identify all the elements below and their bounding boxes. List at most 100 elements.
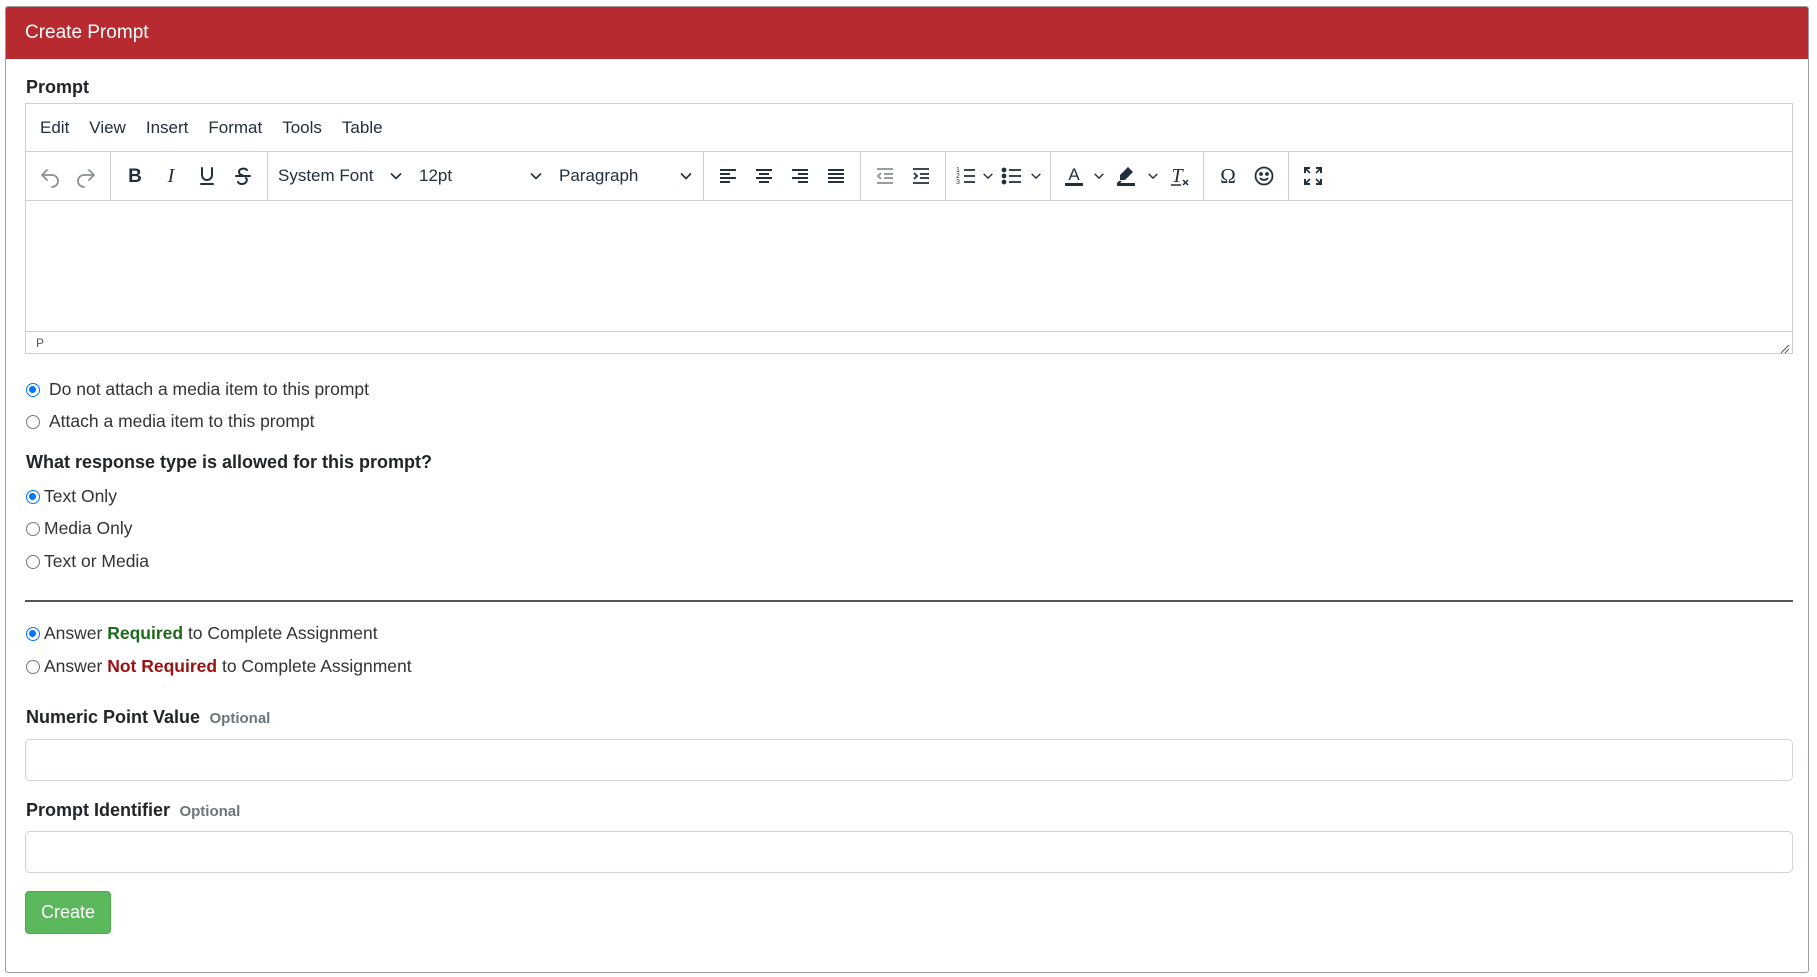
menu-view[interactable]: View (89, 118, 126, 138)
svg-text:I: I (167, 165, 176, 187)
media-option-attach[interactable]: Attach a media item to this prompt (26, 411, 315, 432)
outdent-icon[interactable] (867, 158, 903, 194)
menu-insert[interactable]: Insert (146, 118, 189, 138)
numbered-list-icon[interactable]: 123 (952, 158, 980, 194)
align-justify-icon[interactable] (818, 158, 854, 194)
response-text-label: Text Only (44, 486, 117, 506)
response-type-question: What response type is allowed for this p… (26, 452, 433, 472)
prompt-identifier-label: Prompt Identifier (26, 800, 171, 820)
menu-table[interactable]: Table (342, 118, 383, 138)
point-value-label: Numeric Point Value (26, 707, 201, 727)
view-group (1289, 152, 1337, 200)
editor-menubar: Edit View Insert Format Tools Table (26, 104, 1792, 152)
format-group: B I (111, 152, 268, 200)
media-attach-radio[interactable] (26, 414, 40, 429)
media-none-label: Do not attach a media item to this promp… (49, 379, 370, 399)
prompt-identifier-optional-hint: Optional (179, 803, 241, 820)
chevron-down-icon (680, 172, 692, 180)
section-divider (25, 600, 1793, 602)
response-option-media[interactable]: Media Only (26, 518, 133, 539)
point-value-label-row: Numeric Point Value Optional (26, 707, 270, 728)
block-format-select[interactable]: Paragraph (551, 158, 701, 194)
chevron-down-icon[interactable] (1028, 158, 1044, 194)
redo-icon[interactable] (68, 158, 104, 194)
italic-icon[interactable]: I (153, 158, 189, 194)
element-path[interactable]: P (36, 336, 44, 350)
answer-not-required-emphasis: Not Required (107, 656, 218, 676)
bullet-list-icon[interactable] (996, 158, 1028, 194)
point-value-input[interactable] (25, 739, 1793, 781)
media-none-radio[interactable] (26, 382, 40, 397)
fullscreen-icon[interactable] (1295, 158, 1331, 194)
point-value-optional-hint: Optional (209, 710, 271, 727)
response-option-text[interactable]: Text Only (26, 486, 117, 507)
indent-group (861, 152, 946, 200)
answer-required-option[interactable]: Answer Required to Complete Assignment (26, 623, 378, 644)
editor-statusbar: P (26, 332, 1792, 356)
align-left-icon[interactable] (710, 158, 746, 194)
indent-icon[interactable] (903, 158, 939, 194)
undo-icon[interactable] (32, 158, 68, 194)
menu-edit[interactable]: Edit (40, 118, 69, 138)
answer-not-required-radio[interactable] (26, 659, 40, 674)
insert-group: Ω (1204, 152, 1289, 200)
media-option-none[interactable]: Do not attach a media item to this promp… (26, 379, 369, 400)
highlight-color-icon[interactable] (1107, 158, 1145, 194)
answer-required-radio[interactable] (26, 626, 40, 641)
response-option-text-or-media[interactable]: Text or Media (26, 551, 149, 572)
prompt-label: Prompt (26, 77, 89, 97)
special-character-icon[interactable]: Ω (1210, 158, 1246, 194)
prompt-editor: Edit View Insert Format Tools Table B I … (25, 103, 1793, 354)
clear-formatting-icon[interactable]: T (1161, 158, 1197, 194)
emoji-icon[interactable] (1246, 158, 1282, 194)
block-format-value: Paragraph (559, 166, 639, 185)
font-size-select[interactable]: 12pt (411, 158, 551, 194)
create-button[interactable]: Create (25, 891, 111, 934)
prompt-identifier-input[interactable] (25, 831, 1793, 873)
resize-handle-icon[interactable] (1778, 342, 1790, 354)
font-family-value: System Font (278, 166, 374, 185)
font-group: System Font 12pt Paragraph (268, 152, 704, 200)
answer-required-suffix: to Complete Assignment (183, 623, 378, 643)
strikethrough-icon[interactable] (225, 158, 261, 194)
response-text-or-media-radio[interactable] (26, 554, 40, 569)
svg-text:A: A (1068, 165, 1080, 184)
answer-required-emphasis: Required (107, 623, 184, 643)
align-group (704, 152, 861, 200)
editor-content-area[interactable] (26, 201, 1792, 332)
response-text-radio[interactable] (26, 489, 40, 504)
panel-header-title: Create Prompt (6, 7, 1808, 59)
svg-text:3: 3 (956, 179, 960, 186)
answer-not-required-prefix: Answer (44, 656, 108, 676)
menu-format[interactable]: Format (208, 118, 262, 138)
list-group: 123 (946, 152, 1051, 200)
answer-not-required-suffix: to Complete Assignment (217, 656, 412, 676)
font-size-value: 12pt (419, 166, 453, 185)
chevron-down-icon[interactable] (1145, 158, 1161, 194)
answer-not-required-option[interactable]: Answer Not Required to Complete Assignme… (26, 656, 412, 677)
response-media-label: Media Only (44, 518, 133, 538)
svg-text:Ω: Ω (1220, 164, 1236, 188)
color-group: A T (1051, 152, 1204, 200)
chevron-down-icon[interactable] (1091, 158, 1107, 194)
media-attach-label: Attach a media item to this prompt (49, 411, 315, 431)
menu-tools[interactable]: Tools (282, 118, 322, 138)
editor-toolbar: B I System Font 12pt Paragraph 1 2 3 A T… (26, 152, 1792, 201)
prompt-identifier-label-row: Prompt Identifier Optional (26, 800, 240, 821)
align-right-icon[interactable] (782, 158, 818, 194)
bold-icon[interactable]: B (117, 158, 153, 194)
answer-required-prefix: Answer (44, 623, 108, 643)
text-color-icon[interactable]: A (1057, 158, 1091, 194)
chevron-down-icon[interactable] (980, 158, 996, 194)
response-media-radio[interactable] (26, 521, 40, 536)
history-group (26, 152, 111, 200)
svg-text:T: T (1171, 165, 1184, 187)
font-family-select[interactable]: System Font (270, 158, 411, 194)
align-center-icon[interactable] (746, 158, 782, 194)
response-text-or-media-label: Text or Media (44, 551, 150, 571)
page: Create Prompt Prompt Edit View Insert Fo… (0, 0, 1817, 977)
chevron-down-icon (390, 172, 402, 180)
svg-text:B: B (128, 166, 142, 187)
underline-icon[interactable] (189, 158, 225, 194)
chevron-down-icon (530, 172, 542, 180)
